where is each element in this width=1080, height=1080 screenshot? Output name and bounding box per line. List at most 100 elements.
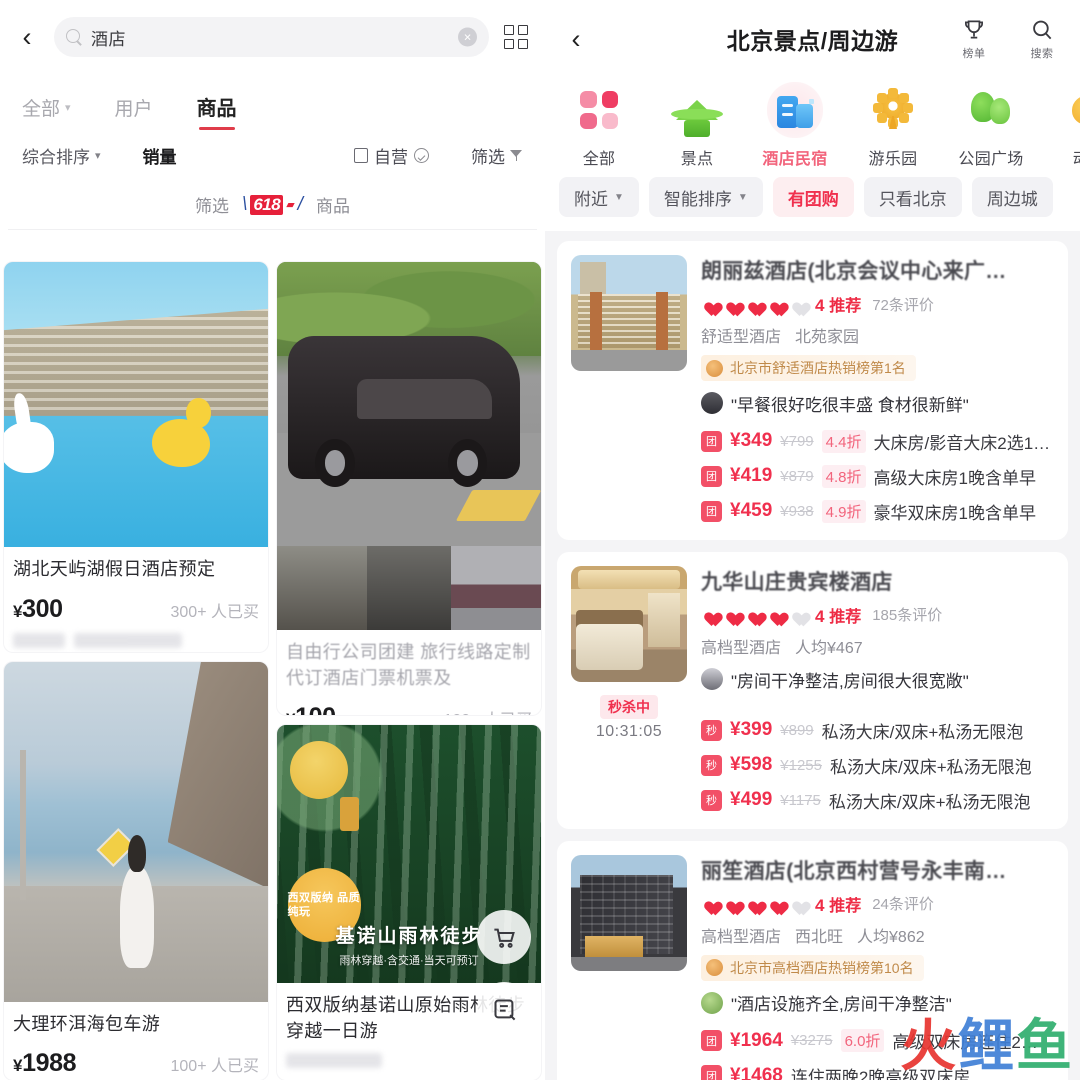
hotel-review-quote: "房间干净整洁,房间很大很宽敞" [701,667,1054,692]
score-value: 4 [815,895,825,915]
deal-row[interactable]: 秒 ¥499 ¥1175 私汤大床/双床+私汤无限泡 [701,788,1054,813]
hotel-details: 九华山庄贵宾楼酒店 4 推荐 185条评价 高档型酒店 人均¥467 "房间干净… [701,566,1054,813]
chip-beijing-only[interactable]: 只看北京 [863,177,962,217]
category-icon-wrap [963,82,1019,138]
hotel-card[interactable]: 朗丽兹酒店(北京会议中心来广… 4 推荐 72条评价 舒适型酒店 北苑家园 北京… [557,241,1068,540]
feedback-button[interactable] [477,982,531,1036]
deal-row[interactable]: 秒 ¥399 ¥899 私汤大床/双床+私汤无限泡 [701,718,1054,743]
seckill-timer: 10:31:05 [595,722,663,740]
clear-icon[interactable]: × [458,27,477,47]
deal-price: ¥419 [730,465,773,486]
hotel-card[interactable]: 秒杀中 10:31:05 九华山庄贵宾楼酒店 4 推荐 185条评价 高档型酒店… [557,551,1068,829]
avatar [701,668,723,690]
chevron-down-icon: ▼ [614,191,624,203]
deal-row[interactable]: 团 ¥459 ¥938 4.9折 豪华双床房1晚含单早 [701,499,1054,524]
deal-row[interactable]: 团 ¥419 ¥879 4.8折 高级大床房1晚含单早 [701,464,1054,489]
filter-button[interactable]: 筛选 [471,143,523,168]
tab-all[interactable]: 全部 ▾ [22,94,71,130]
tag-chip [74,632,182,648]
category-attractions[interactable]: 景点 [649,82,745,169]
chip-label: 周边城 [986,189,1038,209]
category-parks[interactable]: 公园广场 [943,82,1039,169]
deal-original-price: ¥879 [780,467,814,485]
search-button[interactable]: 搜索 [1020,17,1064,61]
caption-title: 基诺山雨林徒步 [335,925,483,947]
promo-618-badge[interactable]: \ 618 ▰ / [242,194,303,216]
trophy-icon [965,20,983,39]
product-title: 自由行公司团建 旅行线路定制 代订酒店门票机票及 [286,642,531,688]
hotel-avg-price: 人均¥467 [795,639,863,657]
ranking-button[interactable]: 榜单 [952,17,996,61]
deal-price: ¥1468 [730,1064,783,1080]
tab-users[interactable]: 用户 [115,94,153,130]
quote-text: "早餐很好吃很丰盛 食材很新鲜" [731,395,969,415]
hotel-review-quote: "酒店设施齐全,房间干净整洁" [701,990,1054,1015]
seaside-road-photo [4,661,268,1002]
category-hotels[interactable]: 酒店民宿 [747,82,843,169]
heart-icon [723,895,740,912]
ceiling-shape [577,570,681,589]
grid-view-icon[interactable] [501,22,531,52]
product-price: ¥300 [13,595,63,624]
category-all[interactable]: 全部 [551,82,647,169]
deal-row[interactable]: 秒 ¥598 ¥1255 私汤大床/双床+私汤无限泡 [701,753,1054,778]
deal-description: 豪华双床房1晚含单早 [873,503,1036,523]
deal-price: ¥399 [730,719,773,740]
product-image [277,262,541,547]
cart-button[interactable] [477,910,531,964]
tab-users-label: 用户 [114,99,153,120]
tab-products[interactable]: 商品 [197,92,237,130]
hotel-list: 朗丽兹酒店(北京会议中心来广… 4 推荐 72条评价 舒适型酒店 北苑家园 北京… [545,231,1080,1080]
feedback-icon [493,998,515,1020]
chip-smart-sort[interactable]: 智能排序 ▼ [648,177,763,217]
sort-sales[interactable]: 销量 [143,143,177,168]
chip-group-buy[interactable]: 有团购 [772,177,854,217]
category-label: 酒店民宿 [762,151,828,168]
product-grid: 湖北天屿湖假日酒店预定 ¥300 300+ 人已买 大理环洱海包车游 ¥1988… [0,262,545,1080]
deal-original-price: ¥1175 [780,791,821,809]
tab-products-label: 商品 [196,98,237,120]
product-info: 大理环洱海包车游 ¥1988 100+ 人已买 [4,1002,268,1080]
back-button[interactable]: ‹ [12,22,42,52]
hotel-thumb-column: 秒杀中 10:31:05 [571,565,687,813]
chevron-down-icon: ▾ [95,149,101,162]
price-value: 1988 [22,1049,77,1078]
resort-building-shape [4,307,268,416]
heart-icon [767,606,784,623]
search-input[interactable]: 酒店 × [54,17,489,57]
watermark-char-2: 鲤 [958,1014,1016,1077]
score-value: 4 [815,606,825,626]
chip-nearby-cities[interactable]: 周边城 [971,177,1053,217]
product-card[interactable]: 湖北天屿湖假日酒店预定 ¥300 300+ 人已买 [4,262,268,652]
chip-nearby[interactable]: 附近 ▼ [559,177,639,217]
hotel-name: 九华山庄贵宾楼酒店 [701,570,893,594]
car-travel-photo [277,262,541,547]
filter-self-operated-label: 自营 [374,147,408,167]
check-circle-icon [414,147,429,163]
category-amusement[interactable]: 游乐园 [845,82,941,169]
score-value: 4 [815,296,825,315]
lobby-light-shape [584,935,643,957]
chip-label: 智能排序 [663,189,732,209]
deal-row[interactable]: 团 ¥349 ¥799 4.4折 大床房/影音大床2选1单早 [701,429,1054,454]
dual-screenshot-container: ‹ 酒店 × 全部 ▾ 用户 商品 综合排序 ▾ 销量 自营 筛选 筛选 \ 6… [0,0,1080,1080]
hotel-rating-row: 4 推荐 72条评价 [701,292,1054,316]
hotel-exterior-daylight [571,255,687,371]
product-image [4,661,268,1002]
product-image [4,262,268,547]
watermark-char-3: 鱼 [1016,1014,1074,1077]
category-zoo[interactable]: 动植 [1041,82,1080,169]
product-card[interactable]: 大理环洱海包车游 ¥1988 100+ 人已买 [4,661,268,1080]
seckill-badge: 秒杀中 [600,694,658,719]
person-shape [120,835,155,968]
banner-prefix: 筛选 [195,197,230,216]
sort-comprehensive[interactable]: 综合排序 ▾ [22,143,101,168]
avatar [701,991,723,1014]
filter-self-operated[interactable]: 自营 [354,143,429,168]
category-icon-wrap [865,82,921,138]
product-card[interactable]: 自由行公司团建 旅行线路定制 代订酒店门票机票及 ¥100 100+ 人已买 [277,262,541,716]
search-label: 搜索 [1030,48,1054,60]
deal-tag: 团 [701,465,722,487]
price-value: 100 [295,703,336,715]
grid-cell [518,39,528,49]
